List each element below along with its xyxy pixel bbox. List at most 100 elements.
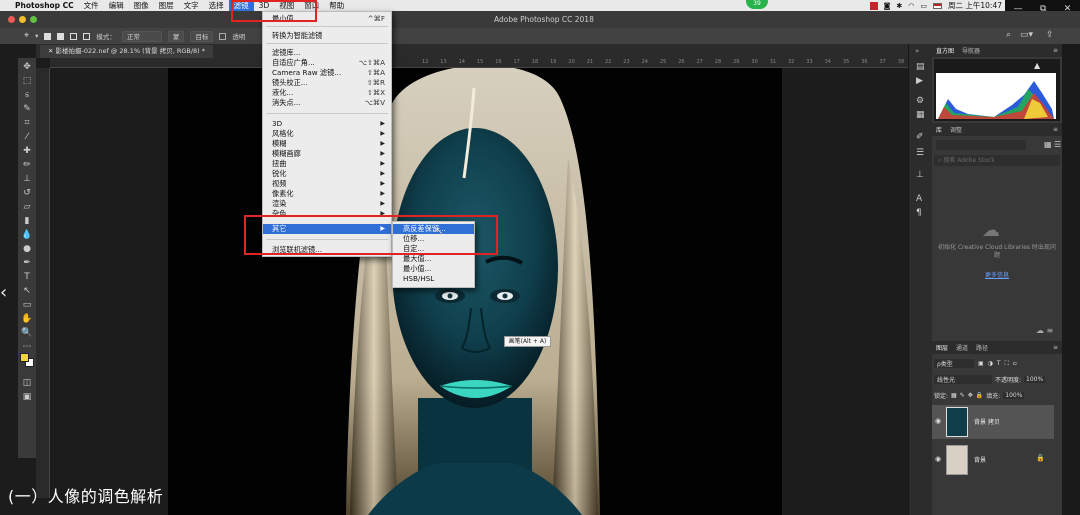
- document-canvas[interactable]: [168, 68, 782, 515]
- type-tool-icon[interactable]: T: [20, 270, 34, 284]
- close-window-icon[interactable]: [8, 16, 15, 23]
- brush-tool-icon[interactable]: ✏: [20, 158, 34, 172]
- blend-mode-select[interactable]: 线性光: [934, 375, 992, 384]
- more-tools-icon[interactable]: ⋯: [20, 340, 34, 354]
- filter-pixel-icon[interactable]: ▣: [978, 360, 984, 367]
- path-select-tool-icon[interactable]: ↖: [20, 284, 34, 298]
- tab-histogram[interactable]: 直方图: [936, 46, 954, 55]
- blur-tool-icon[interactable]: 💧: [20, 228, 34, 242]
- red-app-icon[interactable]: [869, 1, 878, 10]
- lock-paint-icon[interactable]: ✎: [960, 392, 965, 399]
- gradient-tool-icon[interactable]: ▮: [20, 214, 34, 228]
- menu-item-sharpen[interactable]: 锐化 ▶: [263, 169, 391, 179]
- stamp-tool-icon[interactable]: ⊥: [20, 172, 34, 186]
- zoom-window-icon[interactable]: [30, 16, 37, 23]
- menu-layer[interactable]: 图层: [154, 0, 179, 11]
- healing-tool-icon[interactable]: ✚: [20, 144, 34, 158]
- layer-kind-select[interactable]: ρ类型: [934, 359, 974, 368]
- tab-paths[interactable]: 路径: [976, 343, 988, 352]
- bluetooth-icon[interactable]: ✱: [896, 2, 902, 10]
- shape-tool-icon[interactable]: ▭: [20, 298, 34, 312]
- opacity-value[interactable]: 100%: [1024, 376, 1046, 383]
- list-view-icon[interactable]: ☰: [1054, 140, 1061, 149]
- menu-type[interactable]: 文字: [179, 0, 204, 11]
- filter-shape-icon[interactable]: ⛶: [1005, 360, 1009, 368]
- crop-tool-icon[interactable]: ⌗: [20, 116, 34, 130]
- previous-arrow-icon[interactable]: ‹: [0, 284, 7, 302]
- quick-mask-icon[interactable]: ◫: [20, 376, 34, 390]
- camera-icon[interactable]: ◙: [884, 2, 891, 10]
- wifi-icon[interactable]: ◠: [908, 2, 914, 10]
- lock-move-icon[interactable]: ✥: [968, 392, 973, 399]
- lock-all-icon[interactable]: 🔒: [976, 392, 983, 399]
- menu-item-distort[interactable]: 扭曲 ▶: [263, 159, 391, 169]
- marquee-tool-icon[interactable]: ⬚: [20, 74, 34, 88]
- mode-square-4-icon[interactable]: [83, 32, 91, 40]
- menu-select[interactable]: 选择: [204, 0, 229, 11]
- panel-menu-icon[interactable]: ≡: [1053, 47, 1058, 54]
- menu-item-liquify[interactable]: 液化... ⇧⌘X: [263, 88, 391, 98]
- submenu-item-minimum[interactable]: 最小值...: [393, 264, 474, 274]
- filter-adjust-icon[interactable]: ◑: [988, 360, 993, 367]
- stock-search-field[interactable]: ⌕ 搜索 Adobe Stock: [934, 155, 1060, 166]
- tab-adjustments[interactable]: 调整: [950, 125, 962, 134]
- history-brush-tool-icon[interactable]: ↺: [20, 186, 34, 200]
- menu-item-camera-raw[interactable]: Camera Raw 滤镜... ⇧⌘A: [263, 68, 391, 78]
- brush-settings-icon[interactable]: ☰: [916, 148, 924, 158]
- menu-item-blur-gallery[interactable]: 模糊画廊 ▶: [263, 149, 391, 159]
- menu-item-lens-correction[interactable]: 镜头校正... ⇧⌘R: [263, 78, 391, 88]
- layer-row-background-copy[interactable]: ◉ 背景 拷贝: [932, 405, 1054, 439]
- library-menu-icon[interactable]: ≡: [1053, 126, 1058, 133]
- menu-item-video[interactable]: 视频 ▶: [263, 179, 391, 189]
- workspace-icon[interactable]: ▭▾: [1020, 30, 1033, 40]
- menu-edit[interactable]: 编辑: [104, 0, 129, 11]
- menu-file[interactable]: 文件: [79, 0, 104, 11]
- swatches-icon[interactable]: ▦: [916, 110, 925, 120]
- paragraph-icon[interactable]: ¶: [916, 208, 922, 218]
- preset-picker-icon[interactable]: ▾: [35, 32, 38, 40]
- quick-select-tool-icon[interactable]: ✎: [20, 102, 34, 116]
- mode-square-3-icon[interactable]: [70, 32, 78, 40]
- menu-item-convert-smart-filter[interactable]: 转换为智能滤镜: [263, 31, 391, 41]
- flag-icon[interactable]: [933, 2, 942, 9]
- submenu-item-hsb-hsl[interactable]: HSB/HSL: [393, 274, 474, 284]
- lasso-tool-icon[interactable]: ಽ: [20, 88, 34, 102]
- menu-item-stylize[interactable]: 风格化 ▶: [263, 129, 391, 139]
- document-tab[interactable]: ✕ 影楼拍摄-022.nef @ 28.1% (背景 拷贝, RGB/8) *: [40, 45, 214, 58]
- panel-scrollbar[interactable]: [1062, 44, 1080, 515]
- submenu-item-maximum[interactable]: 最大值...: [393, 254, 474, 264]
- menu-image[interactable]: 图像: [129, 0, 154, 11]
- target-button[interactable]: 目标: [190, 30, 214, 42]
- mode-square-1-icon[interactable]: [44, 32, 52, 40]
- eyedropper-tool-icon[interactable]: ⁄: [20, 130, 34, 144]
- visibility-eye-icon[interactable]: ◉: [935, 455, 941, 463]
- actions-icon[interactable]: ▶: [916, 76, 923, 86]
- tab-library[interactable]: 库: [936, 125, 942, 134]
- menu-item-adaptive-wide-angle[interactable]: 自适应广角... ⌥⇧⌘A: [263, 58, 391, 68]
- menu-item-filter-gallery[interactable]: 滤镜库...: [263, 48, 391, 58]
- filter-smart-icon[interactable]: ▫: [1013, 360, 1017, 367]
- screen-mode-icon[interactable]: ▣: [20, 390, 34, 404]
- menu-item-render[interactable]: 渲染 ▶: [263, 199, 391, 209]
- layers-menu-icon[interactable]: ≡: [1053, 344, 1058, 351]
- menu-item-pixelate[interactable]: 像素化 ▶: [263, 189, 391, 199]
- mode-square-2-icon[interactable]: [57, 32, 65, 40]
- minimize-window-icon[interactable]: [19, 16, 26, 23]
- search-icon[interactable]: ⌕: [1006, 30, 1011, 40]
- library-select[interactable]: [936, 140, 1026, 150]
- cc-sync-icon[interactable]: ☁ ≡: [1036, 326, 1053, 335]
- tab-channels[interactable]: 通道: [956, 343, 968, 352]
- menu-item-3d[interactable]: 3D ▶: [263, 119, 391, 129]
- horizontal-ruler[interactable]: 12 13 14 15 16 17 18 19 20 21 22 23 24 25 26 27 28 29 30 31…: [50, 58, 922, 68]
- tab-close-icon[interactable]: ✕: [48, 47, 56, 55]
- erase-button[interactable]: 蒙: [167, 30, 185, 42]
- menu-item-blur[interactable]: 模糊 ▶: [263, 139, 391, 149]
- transparent-checkbox[interactable]: [219, 32, 227, 40]
- clone-source-icon[interactable]: ⊥: [916, 170, 924, 180]
- hand-tool-icon[interactable]: ✋: [20, 312, 34, 326]
- lock-transparent-icon[interactable]: ▦: [951, 392, 957, 399]
- foreground-color-swatch[interactable]: [20, 353, 29, 362]
- share-icon[interactable]: ⇪: [1046, 30, 1054, 40]
- properties-icon[interactable]: ⚙: [916, 96, 924, 106]
- eraser-tool-icon[interactable]: ▱: [20, 200, 34, 214]
